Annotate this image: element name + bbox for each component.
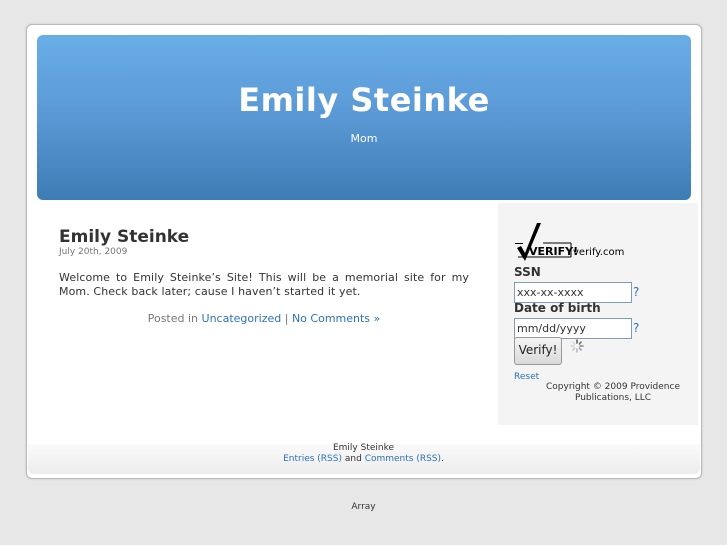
- footer-links: Entries (RSS) and Comments (RSS).: [0, 454, 727, 465]
- page-container: Emily Steinke Mom Emily Steinke July 20t…: [26, 24, 702, 479]
- site-header: Emily Steinke Mom: [37, 35, 691, 200]
- footer-site-name: Emily Steinke: [332, 443, 395, 453]
- logo-domain: verify.com: [573, 247, 624, 258]
- post-title[interactable]: Emily Steinke: [59, 225, 469, 249]
- ssn-label: SSN: [514, 265, 541, 279]
- ssn-input[interactable]: [514, 282, 632, 303]
- verify-logo-graphic: VERIFY! verify.com: [515, 223, 624, 261]
- array-text: Array: [351, 502, 376, 512]
- category-link[interactable]: Uncategorized: [202, 312, 282, 325]
- dob-help-link[interactable]: ?: [633, 321, 639, 335]
- site-description: Mom: [350, 132, 378, 145]
- dob-input[interactable]: [514, 318, 632, 339]
- comments-rss-link[interactable]: Comments (RSS): [365, 454, 441, 464]
- post-meta: Posted in Uncategorized | No Comments »: [59, 312, 469, 325]
- meta-separator: |: [284, 312, 289, 325]
- footer: Emily Steinke Entries (RSS) and Comments…: [0, 443, 727, 465]
- site-title[interactable]: Emily Steinke: [37, 81, 691, 119]
- post-date: July 20th, 2009: [59, 247, 128, 257]
- posted-in-label: Posted in: [147, 312, 199, 325]
- sidebar: VERIFY! verify.com SSN ? Date of birth ?…: [498, 203, 698, 425]
- footer-and: and: [344, 454, 362, 464]
- ssn-help-link[interactable]: ?: [633, 285, 639, 299]
- entries-rss-link[interactable]: Entries (RSS): [283, 454, 342, 464]
- footer-period: .: [441, 454, 444, 464]
- reset-link[interactable]: Reset: [514, 372, 539, 382]
- post-body: Welcome to Emily Steinke’s Site! This wi…: [59, 271, 469, 298]
- copyright-text: Copyright © 2009 Providence Publications…: [545, 382, 680, 403]
- comments-link[interactable]: No Comments »: [292, 312, 380, 325]
- verify-logo[interactable]: VERIFY! verify.com: [515, 221, 625, 265]
- dob-label: Date of birth: [514, 301, 601, 315]
- logo-text: VERIFY!: [529, 245, 578, 258]
- verify-button[interactable]: Verify!: [514, 337, 562, 365]
- main-content: Emily Steinke July 20th, 2009 Welcome to…: [59, 225, 469, 325]
- loading-spinner-icon: [570, 339, 584, 353]
